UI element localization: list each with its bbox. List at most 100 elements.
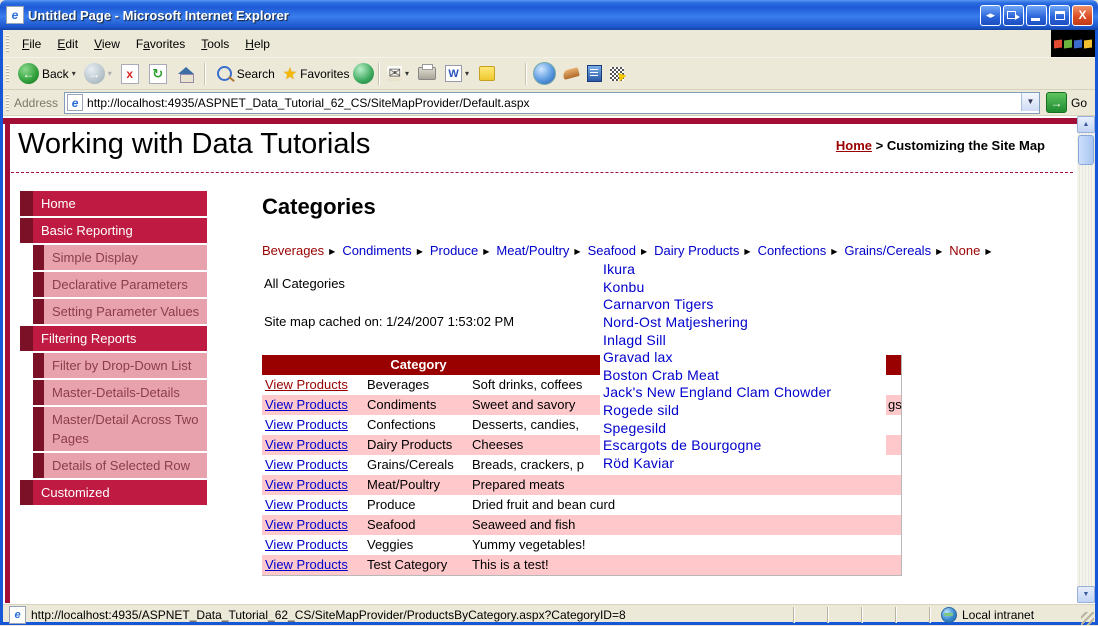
discuss-button[interactable]: [479, 66, 496, 81]
sidebar-item-label: Setting Parameter Values: [44, 299, 207, 324]
sidebar-item-home[interactable]: Home: [20, 191, 207, 216]
submenu-item-gravad-lax[interactable]: Gravad lax: [600, 349, 886, 365]
minimize-button[interactable]: [1026, 4, 1047, 26]
favorites-button[interactable]: ★ Favorites: [279, 64, 354, 84]
sidebar-item-filtering-reports[interactable]: Filtering Reports: [20, 326, 207, 351]
submenu-item-konbu[interactable]: Konbu: [600, 279, 886, 295]
go-button[interactable]: → Go: [1040, 92, 1095, 113]
forward-icon: →: [83, 63, 105, 84]
breadcrumb: Home > Customizing the Site Map: [835, 138, 1045, 153]
custom-tool-icon[interactable]: [562, 67, 580, 80]
description-cell: Seaweed and fish: [472, 517, 576, 532]
submenu-item-spegesild[interactable]: Spegesild: [600, 420, 886, 436]
sidebar-item-master-details-details[interactable]: Master-Details-Details: [20, 380, 207, 405]
submenu-item-ikura[interactable]: Ikura: [600, 261, 886, 277]
security-zone: Local intranet: [941, 607, 1034, 623]
submenu-item-carnarvon-tigers[interactable]: Carnarvon Tigers: [600, 296, 886, 312]
status-zone-label: Local intranet: [962, 608, 1035, 622]
description-cell: Dried fruit and bean curd: [472, 497, 616, 512]
category-menu-item-confections[interactable]: Confections: [758, 243, 827, 258]
view-products-link[interactable]: View Products: [262, 535, 367, 555]
sidebar-item-customized[interactable]: Customized: [20, 480, 207, 505]
refresh-button[interactable]: ↻: [148, 63, 167, 84]
menu-help[interactable]: Help: [237, 34, 278, 54]
vertical-scrollbar[interactable]: ▲ ▼: [1077, 116, 1095, 603]
submenu-item-nord-ost-matjeshering[interactable]: Nord-Ost Matjeshering: [600, 314, 886, 330]
address-input[interactable]: e http://localhost:4935/ASPNET_Data_Tuto…: [64, 91, 1040, 114]
maximize-icon: [1054, 10, 1065, 20]
category-menu-item-meat-poultry[interactable]: Meat/Poultry: [496, 243, 569, 258]
scroll-up-button[interactable]: ▲: [1077, 116, 1095, 133]
stop-button[interactable]: x: [120, 63, 139, 84]
view-products-link[interactable]: View Products: [262, 495, 367, 515]
history-button[interactable]: [353, 63, 375, 84]
submenu-item-r-d-kaviar[interactable]: Röd Kaviar: [600, 455, 886, 471]
back-button[interactable]: ← Back ▾: [14, 63, 80, 84]
scrollbar-thumb[interactable]: [1078, 135, 1094, 165]
category-menu-item-grains-cereals[interactable]: Grains/Cereals: [844, 243, 931, 258]
site-title: Working with Data Tutorials: [18, 128, 371, 160]
sidebar-item-declarative-parameters[interactable]: Declarative Parameters: [20, 272, 207, 297]
category-menu-item-condiments[interactable]: Condiments: [342, 243, 411, 258]
address-dropdown-button[interactable]: ▼: [1020, 92, 1039, 111]
sidebar-item-label: Declarative Parameters: [44, 272, 207, 297]
edit-dropdown-icon[interactable]: ▾: [465, 69, 469, 78]
category-cell: Veggies: [367, 537, 414, 552]
menu-arrow-icon: ▶: [641, 247, 648, 256]
quick-nav-button[interactable]: [610, 66, 625, 81]
submenu-item-escargots-de-bourgogne[interactable]: Escargots de Bourgogne: [600, 437, 886, 453]
mail-dropdown-icon[interactable]: ▾: [405, 69, 409, 78]
menu-edit[interactable]: Edit: [49, 34, 86, 54]
menu-arrow-icon: ▶: [985, 247, 992, 256]
category-menu-item-beverages[interactable]: Beverages: [262, 243, 324, 258]
scroll-down-button[interactable]: ▼: [1077, 586, 1095, 603]
view-products-link[interactable]: View Products: [262, 435, 367, 455]
category-cell: Grains/Cereals: [367, 457, 454, 472]
research-button[interactable]: [587, 65, 603, 82]
menubar-grip[interactable]: [6, 34, 9, 53]
category-menu-item-seafood[interactable]: Seafood: [588, 243, 636, 258]
submenu-item-inlagd-sill[interactable]: Inlagd Sill: [600, 332, 886, 348]
close-button[interactable]: X: [1072, 4, 1093, 26]
breadcrumb-home-link[interactable]: Home: [836, 138, 872, 153]
submenu-item-rogede-sild[interactable]: Rogede sild: [600, 402, 886, 418]
sidebar-item-details-of-selected-row[interactable]: Details of Selected Row: [20, 453, 207, 478]
print-button[interactable]: [418, 64, 437, 80]
forward-dropdown-icon[interactable]: ▾: [108, 69, 112, 78]
table-row: View Products Seafood Seaweed and fish: [262, 515, 901, 535]
resize-grip[interactable]: [1081, 612, 1094, 625]
forward-button[interactable]: → ▾: [80, 63, 116, 84]
edit-word-button[interactable]: W ▾: [441, 65, 473, 82]
submenu-item-boston-crab-meat[interactable]: Boston Crab Meat: [600, 367, 886, 383]
messenger-button[interactable]: [533, 62, 557, 85]
menu-view[interactable]: View: [86, 34, 128, 54]
sidebar-item-master-detail-across-two-pages[interactable]: Master/Detail Across Two Pages: [20, 407, 207, 451]
addressbar-grip[interactable]: [6, 93, 9, 112]
sidebar-item-basic-reporting[interactable]: Basic Reporting: [20, 218, 207, 243]
menu-tools[interactable]: Tools: [193, 34, 237, 54]
view-products-link[interactable]: View Products: [262, 395, 367, 415]
sidebar-item-filter-by-drop-down-list[interactable]: Filter by Drop-Down List: [20, 353, 207, 378]
view-products-link[interactable]: View Products: [262, 375, 367, 395]
view-products-link[interactable]: View Products: [262, 515, 367, 535]
pop-out-button[interactable]: [1003, 4, 1024, 26]
maximize-button[interactable]: [1049, 4, 1070, 26]
category-menu-item-none[interactable]: None: [949, 243, 980, 258]
view-products-link[interactable]: View Products: [262, 415, 367, 435]
nav-horizontal-button[interactable]: ◂▸: [980, 4, 1001, 26]
mail-button[interactable]: ✉ ▾: [383, 66, 413, 81]
view-products-link[interactable]: View Products: [262, 475, 367, 495]
back-dropdown-icon[interactable]: ▾: [72, 69, 76, 78]
menu-file[interactable]: File: [14, 34, 49, 54]
submenu-item-jack-s-new-england-clam-chowder[interactable]: Jack's New England Clam Chowder: [600, 384, 886, 400]
sidebar-item-setting-parameter-values[interactable]: Setting Parameter Values: [20, 299, 207, 324]
view-products-link[interactable]: View Products: [262, 555, 367, 575]
sidebar-item-simple-display[interactable]: Simple Display: [20, 245, 207, 270]
home-button[interactable]: [177, 66, 194, 83]
category-menu-item-produce[interactable]: Produce: [430, 243, 478, 258]
view-products-link[interactable]: View Products: [262, 455, 367, 475]
category-menu-item-dairy-products[interactable]: Dairy Products: [654, 243, 739, 258]
search-button[interactable]: Search: [209, 66, 279, 81]
toolbar-grip[interactable]: [6, 64, 9, 83]
menu-favorites[interactable]: Favorites: [128, 34, 193, 54]
